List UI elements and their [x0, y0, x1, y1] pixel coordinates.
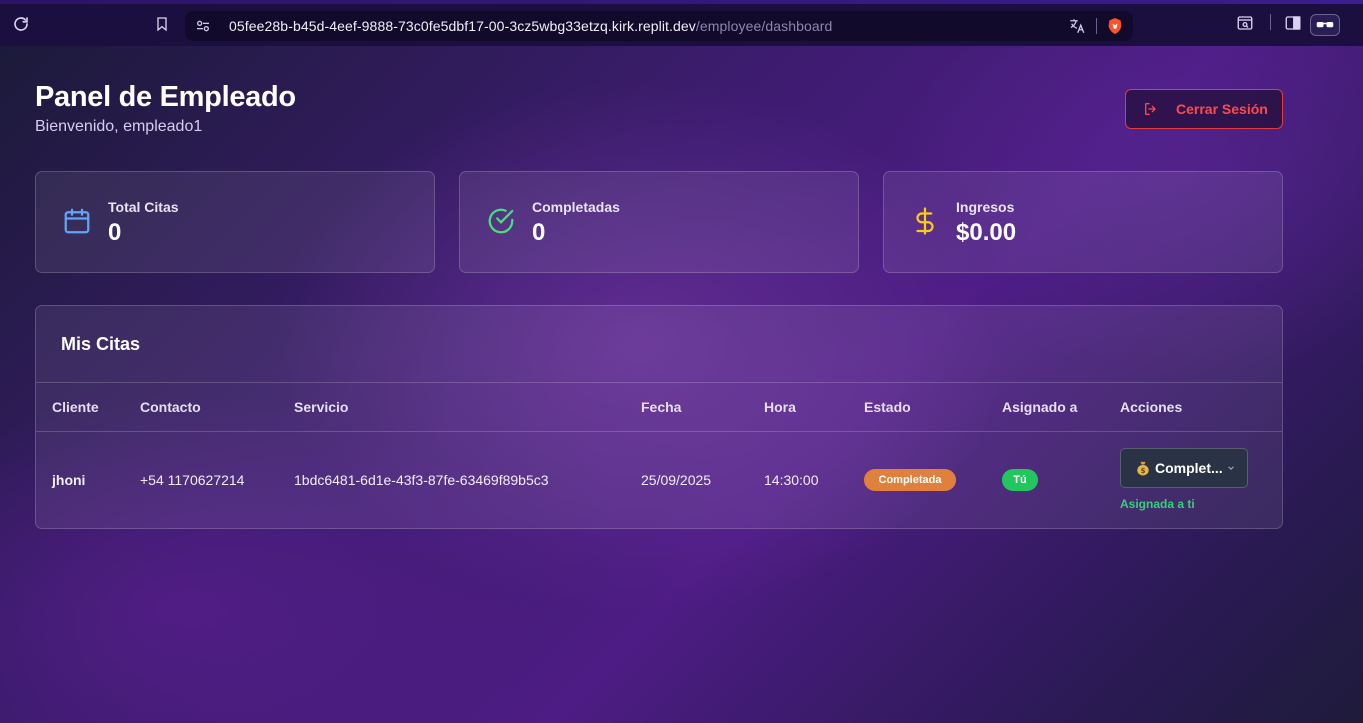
column-header-acciones: Acciones: [1120, 399, 1183, 415]
brave-shield-icon[interactable]: [1107, 17, 1123, 35]
stat-label: Completadas: [532, 199, 620, 215]
sidebar-toggle-icon[interactable]: [1284, 14, 1302, 32]
stat-card-total: Total Citas 0: [35, 171, 435, 273]
calendar-icon: [64, 208, 90, 234]
stat-value: $0.00: [956, 219, 1017, 246]
cell-servicio: 1bdc6481-6d1e-43f3-87fe-63469f89b5c3: [294, 472, 549, 488]
table-header: Cliente Contacto Servicio Fecha Hora Est…: [36, 382, 1282, 432]
assigned-note: Asignada a ti: [1120, 497, 1195, 511]
bookmark-icon[interactable]: [150, 12, 174, 36]
appointments-title: Mis Citas: [61, 334, 141, 354]
stat-label: Total Citas: [108, 199, 179, 215]
cell-contacto: +54 1170627214: [140, 472, 245, 488]
tab-strip: [0, 0, 1363, 4]
table-row: jhoni +54 1170627214 1bdc6481-6d1e-43f3-…: [36, 432, 1282, 528]
status-badge: Completada: [864, 469, 956, 491]
assigned-badge: Tú: [1002, 469, 1038, 491]
browser-toolbar: 05fee28b-b45d-4eef-9888-73c0fe5dbf17-00-…: [0, 0, 1363, 46]
dollar-icon: [916, 207, 934, 235]
logout-button[interactable]: Cerrar Sesión: [1125, 89, 1283, 129]
column-header-asignado: Asignado a: [1002, 399, 1078, 415]
status-select[interactable]: $ Complet...: [1120, 448, 1248, 488]
divider: [1270, 14, 1271, 30]
money-bag-icon: $: [1137, 461, 1149, 476]
url-path: /employee/dashboard: [695, 18, 833, 34]
chevron-down-icon: [1227, 466, 1234, 471]
svg-text:$: $: [1141, 467, 1146, 475]
url-text[interactable]: 05fee28b-b45d-4eef-9888-73c0fe5dbf17-00-…: [229, 18, 832, 34]
column-header-contacto: Contacto: [140, 399, 201, 415]
appointments-card: Mis Citas Cliente Contacto Servicio Fech…: [35, 305, 1283, 529]
stat-value: 0: [532, 219, 546, 246]
translate-icon[interactable]: [1068, 17, 1086, 35]
check-circle-icon: [488, 208, 514, 234]
reload-icon[interactable]: [9, 12, 33, 36]
private-window-icon[interactable]: [1310, 14, 1340, 36]
employee-dashboard: Panel de Empleado Bienvenido, empleado1 …: [0, 46, 1363, 723]
column-header-estado: Estado: [864, 399, 911, 415]
address-bar[interactable]: 05fee28b-b45d-4eef-9888-73c0fe5dbf17-00-…: [185, 11, 1133, 41]
site-info-icon[interactable]: [195, 18, 211, 34]
welcome-text: Bienvenido, empleado1: [35, 118, 203, 135]
cell-cliente: jhoni: [52, 472, 86, 488]
column-header-cliente: Cliente: [52, 399, 99, 415]
cell-fecha: 25/09/2025: [641, 472, 712, 488]
stat-value: 0: [108, 219, 122, 246]
column-header-servicio: Servicio: [294, 399, 349, 415]
column-header-hora: Hora: [764, 399, 796, 415]
url-host: 05fee28b-b45d-4eef-9888-73c0fe5dbf17-00-…: [229, 18, 696, 34]
stat-card-completed: Completadas 0: [459, 171, 859, 273]
tab-search-icon[interactable]: [1236, 14, 1254, 32]
cell-hora: 14:30:00: [764, 472, 819, 488]
logout-label: Cerrar Sesión: [1176, 101, 1268, 117]
logout-icon: [1145, 103, 1156, 115]
stat-label: Ingresos: [956, 199, 1015, 215]
page-title: Panel de Empleado: [35, 81, 296, 113]
stat-card-income: Ingresos $0.00: [883, 171, 1283, 273]
column-header-fecha: Fecha: [641, 399, 682, 415]
status-select-value: Complet...: [1155, 460, 1223, 476]
divider: [1096, 18, 1097, 34]
